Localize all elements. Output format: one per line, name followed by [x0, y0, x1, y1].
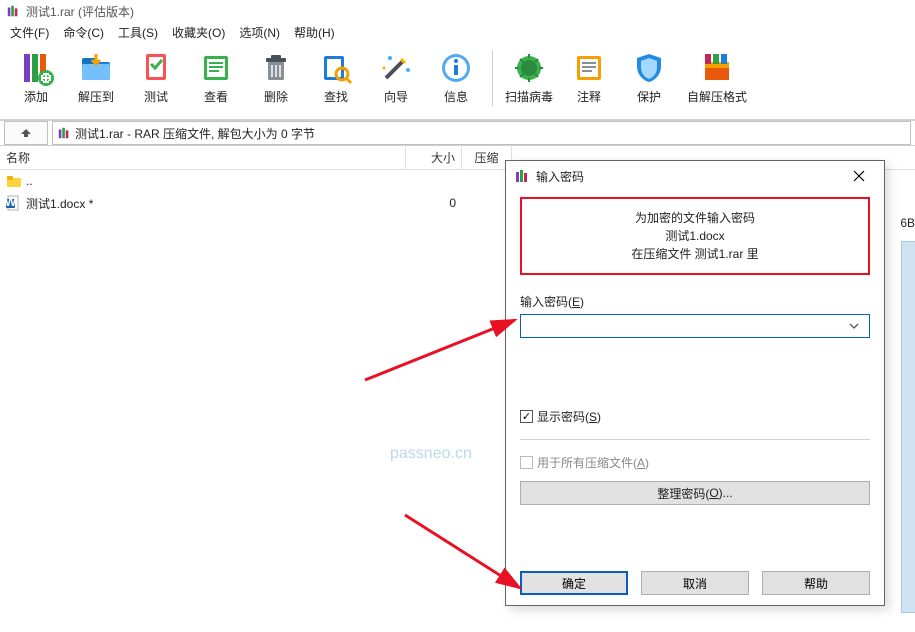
winrar-dialog-icon	[514, 168, 530, 184]
chevron-down-icon	[849, 323, 859, 329]
toolbar-separator	[492, 50, 493, 106]
up-button[interactable]	[4, 121, 48, 145]
help-button[interactable]: 帮助	[762, 571, 870, 595]
pathbar: 测试1.rar - RAR 压缩文件, 解包大小为 0 字节	[0, 120, 915, 146]
virus-scan-icon	[509, 48, 549, 88]
menu-help[interactable]: 帮助(H)	[288, 22, 341, 43]
menu-options[interactable]: 选项(N)	[233, 22, 286, 43]
file-size: 0	[406, 192, 462, 214]
dialog-body: 为加密的文件输入密码 测试1.docx 在压缩文件 测试1.rar 里 输入密码…	[506, 191, 884, 505]
ok-button[interactable]: 确定	[520, 571, 628, 595]
extract-to-icon	[76, 48, 116, 88]
all-archives-checkbox[interactable]	[520, 456, 533, 469]
parent-label: ..	[26, 174, 33, 188]
watermark: passneo.cn	[390, 445, 472, 463]
wizard-button[interactable]: 向导	[366, 46, 426, 116]
dialog-title: 输入密码	[536, 168, 842, 185]
titlebar: 测试1.rar (评估版本)	[0, 0, 915, 22]
menu-file[interactable]: 文件(F)	[4, 22, 55, 43]
sfx-icon	[697, 48, 737, 88]
path-box[interactable]: 测试1.rar - RAR 压缩文件, 解包大小为 0 字节	[52, 121, 911, 145]
sfx-label: 自解压格式	[687, 90, 747, 104]
right-clip-text: 6B	[900, 216, 915, 230]
password-input-wrapper	[520, 314, 870, 338]
test-icon	[136, 48, 176, 88]
find-icon	[316, 48, 356, 88]
show-password-checkbox[interactable]	[520, 410, 533, 423]
find-label: 查找	[324, 90, 348, 104]
comment-label: 注释	[577, 90, 601, 104]
protect-button[interactable]: 保护	[619, 46, 679, 116]
menu-commands[interactable]: 命令(C)	[57, 22, 110, 43]
find-button[interactable]: 查找	[306, 46, 366, 116]
view-button[interactable]: 查看	[186, 46, 246, 116]
view-icon	[196, 48, 236, 88]
close-icon	[853, 170, 865, 182]
close-button[interactable]	[842, 165, 876, 187]
all-archives-label: 用于所有压缩文件(A)	[537, 454, 649, 471]
cancel-button[interactable]: 取消	[641, 571, 749, 595]
delete-label: 删除	[264, 90, 288, 104]
virus-scan-label: 扫描病毒	[505, 90, 553, 104]
svg-text:W: W	[6, 195, 17, 209]
delete-icon	[256, 48, 296, 88]
info-label: 信息	[444, 90, 468, 104]
password-dropdown[interactable]	[849, 323, 865, 329]
file-name: 测试1.docx *	[26, 195, 93, 212]
column-size[interactable]: 大小	[406, 146, 462, 169]
protect-label: 保护	[637, 90, 661, 104]
show-password-row[interactable]: 显示密码(S)	[520, 408, 870, 425]
menubar: 文件(F) 命令(C) 工具(S) 收藏夹(O) 选项(N) 帮助(H)	[0, 22, 915, 42]
path-text: 测试1.rar - RAR 压缩文件, 解包大小为 0 字节	[75, 125, 315, 142]
info-icon	[436, 48, 476, 88]
menu-tools[interactable]: 工具(S)	[112, 22, 164, 43]
dialog-buttons: 确定 取消 帮助	[520, 571, 870, 595]
test-label: 测试	[144, 90, 168, 104]
comment-button[interactable]: 注释	[559, 46, 619, 116]
winrar-icon	[6, 4, 20, 18]
side-panel	[901, 241, 915, 613]
password-dialog: 输入密码 为加密的文件输入密码 测试1.docx 在压缩文件 测试1.rar 里…	[505, 160, 885, 606]
info-box: 为加密的文件输入密码 测试1.docx 在压缩文件 测试1.rar 里	[520, 197, 870, 275]
wizard-icon	[376, 48, 416, 88]
info-line-2: 测试1.docx	[530, 227, 860, 245]
all-archives-row[interactable]: 用于所有压缩文件(A)	[520, 454, 870, 471]
add-button[interactable]: 添加	[6, 46, 66, 116]
organize-passwords-button[interactable]: 整理密码(O)...	[520, 481, 870, 505]
dialog-titlebar: 输入密码	[506, 161, 884, 191]
test-button[interactable]: 测试	[126, 46, 186, 116]
info-line-3: 在压缩文件 测试1.rar 里	[530, 245, 860, 263]
winrar-small-icon	[57, 126, 71, 140]
view-label: 查看	[204, 90, 228, 104]
sfx-button[interactable]: 自解压格式	[679, 46, 755, 116]
password-label: 输入密码(E)	[520, 293, 870, 310]
comment-icon	[569, 48, 609, 88]
add-icon	[16, 48, 56, 88]
delete-button[interactable]: 删除	[246, 46, 306, 116]
column-name[interactable]: 名称	[0, 146, 406, 169]
add-label: 添加	[24, 90, 48, 104]
window-title: 测试1.rar (评估版本)	[26, 3, 134, 20]
show-password-label: 显示密码(S)	[537, 408, 601, 425]
wizard-label: 向导	[384, 90, 408, 104]
virus-scan-button[interactable]: 扫描病毒	[499, 46, 559, 116]
protect-icon	[629, 48, 669, 88]
folder-up-icon	[6, 174, 22, 188]
menu-favorites[interactable]: 收藏夹(O)	[166, 22, 231, 43]
extract-to-label: 解压到	[78, 90, 114, 104]
docx-icon: W	[6, 195, 22, 211]
up-arrow-icon	[19, 126, 33, 140]
extract-to-button[interactable]: 解压到	[66, 46, 126, 116]
password-input[interactable]	[525, 319, 849, 333]
toolbar: 添加 解压到 测试 查看 删除 查找 向导	[0, 42, 915, 120]
dialog-separator	[520, 439, 870, 440]
info-button[interactable]: 信息	[426, 46, 486, 116]
info-line-1: 为加密的文件输入密码	[530, 209, 860, 227]
